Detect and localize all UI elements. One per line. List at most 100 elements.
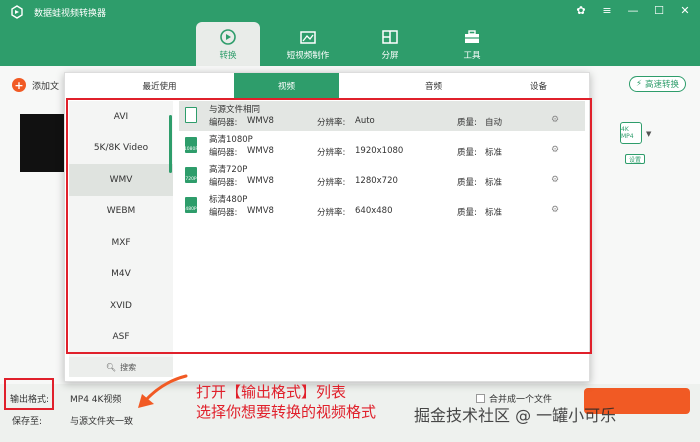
tab-device[interactable]: 设备 <box>486 73 591 99</box>
encoder-label: 编码器: <box>209 178 238 188</box>
format-item-wmv[interactable]: WMV <box>69 164 173 196</box>
resolution-label: 分辨率: <box>317 178 346 188</box>
encoder-label: 编码器: <box>209 148 238 158</box>
add-file-label: 添加文 <box>32 81 60 92</box>
tab-tools[interactable]: 工具 <box>440 22 504 66</box>
quality-value: 标准 <box>485 178 503 188</box>
preset-name: 高清1080P <box>209 135 253 145</box>
quality-label: 质量: <box>457 148 477 158</box>
search-icon: 🔍︎ <box>105 362 117 372</box>
preset-row[interactable]: 480P 标清480P 编码器: WMV8 分辨率: 640x480 质量: 标… <box>179 191 585 221</box>
annotation-text: 打开【输出格式】列表 选择你想要转换的视频格式 <box>196 382 376 422</box>
tab-convert-label: 转换 <box>219 50 237 61</box>
gear-icon[interactable]: ⚙ <box>551 115 559 125</box>
tab-tools-label: 工具 <box>463 50 481 61</box>
window-controls: ✿ ≡ — ☐ ✕ <box>574 3 692 17</box>
quality-label: 质量: <box>457 118 477 128</box>
app-logo-icon <box>11 5 23 19</box>
gear-icon[interactable]: ⚙ <box>551 145 559 155</box>
tab-audio[interactable]: 音频 <box>381 73 486 99</box>
maximize-icon[interactable]: ☐ <box>652 3 666 17</box>
add-file-button[interactable]: + 添加文 <box>12 78 59 92</box>
quality-label: 质量: <box>457 208 477 218</box>
preset-list: 与源文件相同 编码器: WMV8 分辨率: Auto 质量: 自动 ⚙ 1080… <box>179 101 585 221</box>
title-bar: 数据蛙视频转换器 ✿ ≡ — ☐ ✕ 转换 短视频制作 分屏 工具 <box>0 0 700 66</box>
preset-name: 标清480P <box>209 195 248 205</box>
encoder-value: WMV8 <box>247 116 274 126</box>
convert-icon <box>220 28 236 45</box>
video-file-icon: 1080P <box>184 137 198 153</box>
menu-icon[interactable]: ≡ <box>600 3 614 17</box>
tab-video[interactable]: 视频 <box>234 73 339 99</box>
annotation-line-2: 选择你想要转换的视频格式 <box>196 403 377 421</box>
preset-name: 高清720P <box>209 165 248 175</box>
annotation-arrow-icon <box>138 374 188 408</box>
video-file-icon: 480P <box>185 197 197 213</box>
save-to-select[interactable]: 与源文件夹一致 <box>70 414 133 427</box>
app-title: 数据蛙视频转换器 <box>34 9 107 19</box>
output-format-icon[interactable]: 4K MP4 <box>620 122 642 144</box>
tab-split-screen[interactable]: 分屏 <box>358 22 422 66</box>
resolution-value: 640x480 <box>355 206 393 216</box>
format-item-webm[interactable]: WEBM <box>69 196 173 228</box>
format-list: AVI 5K/8K Video WMV WEBM MXF M4V XVID AS… <box>69 101 173 357</box>
skin-icon[interactable]: ✿ <box>574 3 588 17</box>
quality-label: 质量: <box>457 178 477 188</box>
format-item-xvid[interactable]: XVID <box>69 290 173 322</box>
file-icon <box>185 107 197 123</box>
gear-icon[interactable]: ⚙ <box>551 175 559 185</box>
minimize-icon[interactable]: — <box>626 3 640 17</box>
resolution-label: 分辨率: <box>317 208 346 218</box>
format-item-mxf[interactable]: MXF <box>69 227 173 259</box>
chevron-down-icon[interactable]: ▼ <box>646 130 651 138</box>
split-screen-icon <box>382 29 398 44</box>
main-nav: 转换 短视频制作 分屏 工具 <box>0 22 700 66</box>
resolution-label: 分辨率: <box>317 118 346 128</box>
encoder-label: 编码器: <box>209 118 238 128</box>
short-video-icon <box>300 30 316 44</box>
resolution-value: 1920x1080 <box>355 146 404 156</box>
format-item-avi[interactable]: AVI <box>69 101 173 133</box>
output-format-select[interactable]: MP4 4K视频 <box>70 392 121 405</box>
gear-icon[interactable]: ⚙ <box>551 205 559 215</box>
preset-name: 与源文件相同 <box>209 105 261 115</box>
search-label: 搜索 <box>120 362 137 372</box>
preset-row[interactable]: 720P 高清720P 编码器: WMV8 分辨率: 1280x720 质量: … <box>179 161 585 191</box>
watermark: 掘金技术社区 @ 一罐小可乐 <box>414 406 617 425</box>
format-list-scrollbar[interactable] <box>169 115 172 173</box>
annotation-line-1: 打开【输出格式】列表 <box>196 383 347 401</box>
fast-convert-label: 高速转换 <box>644 80 679 90</box>
resolution-label: 分辨率: <box>317 148 346 158</box>
quality-value: 自动 <box>485 118 503 128</box>
lightning-icon: ⚡ <box>636 79 642 89</box>
tab-convert[interactable]: 转换 <box>196 22 260 66</box>
plus-icon: + <box>12 78 26 92</box>
resolution-value: Auto <box>355 116 375 126</box>
format-panel: 最近使用 视频 音频 设备 AVI 5K/8K Video WMV WEBM M… <box>64 72 590 382</box>
format-item-m4v[interactable]: M4V <box>69 259 173 291</box>
encoder-value: WMV8 <box>247 146 274 156</box>
output-format-highlight <box>4 378 54 410</box>
encoder-label: 编码器: <box>209 208 238 218</box>
format-item-asf[interactable]: ASF <box>69 322 173 354</box>
settings-button[interactable]: 设置 <box>625 154 645 164</box>
format-tabs: 最近使用 视频 音频 设备 <box>65 73 591 99</box>
close-icon[interactable]: ✕ <box>678 3 692 17</box>
fast-convert-button[interactable]: ⚡ 高速转换 <box>629 76 686 92</box>
save-to-label: 保存至: <box>12 417 43 427</box>
tab-short-video-label: 短视频制作 <box>286 50 330 61</box>
tab-recent[interactable]: 最近使用 <box>107 73 212 99</box>
encoder-value: WMV8 <box>247 176 274 186</box>
video-thumbnail[interactable] <box>20 114 64 172</box>
quality-value: 标准 <box>485 148 503 158</box>
resolution-value: 1280x720 <box>355 176 398 186</box>
encoder-value: WMV8 <box>247 206 274 216</box>
tab-split-screen-label: 分屏 <box>381 50 399 61</box>
quality-value: 标准 <box>485 208 503 218</box>
preset-row[interactable]: 与源文件相同 编码器: WMV8 分辨率: Auto 质量: 自动 ⚙ <box>179 101 585 131</box>
preset-row[interactable]: 1080P 高清1080P 编码器: WMV8 分辨率: 1920x1080 质… <box>179 131 585 161</box>
format-item-5k8k[interactable]: 5K/8K Video <box>69 133 173 165</box>
tab-short-video[interactable]: 短视频制作 <box>276 22 340 66</box>
video-file-icon: 720P <box>185 167 197 183</box>
toolbox-icon <box>465 29 479 43</box>
